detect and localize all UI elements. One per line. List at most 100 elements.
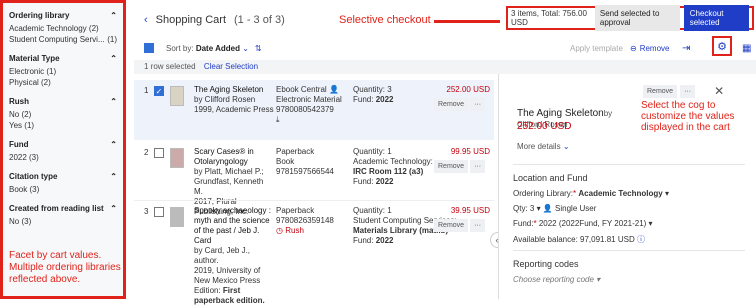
- facet-title[interactable]: Material Type ⌃: [9, 54, 117, 63]
- cart-total: 3 items, Total: 756.00 USD: [511, 9, 587, 27]
- send-approval-button[interactable]: Send selected to approval: [594, 5, 680, 31]
- info-icon: ⓘ: [636, 235, 645, 244]
- row-checkbox[interactable]: ✓: [154, 86, 164, 96]
- select-all-checkbox[interactable]: [144, 43, 154, 53]
- detail-price: 252.00 USD: [517, 121, 572, 132]
- facet-group: Fund ⌃ 2022 (3): [9, 140, 117, 163]
- facet-item[interactable]: Student Computing Servi... (1): [9, 34, 117, 45]
- item-meta: 2019, University of New Mexico Press: [194, 266, 261, 285]
- facet-item[interactable]: Electronic (1): [9, 66, 117, 77]
- remove-button[interactable]: ⊖ Remove: [630, 44, 670, 53]
- facet-group: Ordering library ⌃ Academic Technology (2)…: [9, 11, 117, 45]
- facet-item[interactable]: 2022 (3): [9, 152, 117, 163]
- facet-item[interactable]: Yes (1): [9, 120, 117, 131]
- chevron-up-icon: ⌃: [110, 97, 117, 106]
- row-remove-button[interactable]: Remove: [434, 219, 469, 232]
- facet-title[interactable]: Created from reading list ⌃: [9, 204, 117, 213]
- chevron-up-icon: ⌃: [110, 11, 117, 20]
- more-icon[interactable]: ···: [470, 160, 486, 173]
- facet-title[interactable]: Ordering library ⌃: [9, 11, 117, 20]
- item-title[interactable]: The Aging Skeleton: [194, 85, 274, 95]
- row-number: 2: [144, 148, 149, 157]
- item-title[interactable]: Scary Cases® in Otolaryngology: [194, 147, 274, 167]
- toolbar: Sort by: Date Added ⌄ ⇅ Apply template ⊖…: [144, 36, 751, 56]
- book-cover-image: [170, 207, 184, 227]
- more-icon[interactable]: ···: [680, 84, 696, 98]
- facet-item[interactable]: Physical (2): [9, 77, 117, 88]
- main-panel: ‹ Shopping Cart (1 - 3 of 3) Selective c…: [134, 0, 756, 305]
- more-icon[interactable]: ···: [470, 219, 486, 232]
- reporting-codes-section: Reporting codes Choose reporting code ▾: [513, 250, 745, 284]
- facet-title[interactable]: Rush ⌃: [9, 97, 117, 106]
- export-icon[interactable]: ⇥: [682, 43, 690, 54]
- apply-template-button[interactable]: Apply template: [570, 44, 623, 53]
- more-icon[interactable]: ···: [470, 98, 486, 111]
- columns-icon[interactable]: ▦: [742, 43, 751, 54]
- chevron-down-icon: ⌄: [242, 43, 249, 53]
- item-format: Ebook Central 👤 Electronic Material 9780…: [276, 85, 342, 124]
- selection-bar: 1 row selected Clear Selection: [134, 60, 756, 74]
- facet-item[interactable]: Book (3): [9, 184, 117, 195]
- chevron-down-icon: ▾: [664, 189, 669, 198]
- minus-circle-icon: ⊖: [630, 43, 637, 53]
- location-fund-section: Location and Fund Ordering Library:* Aca…: [513, 164, 745, 245]
- facet-item[interactable]: No (3): [9, 216, 117, 227]
- annotation-selective-checkout: Selective checkout: [339, 14, 431, 26]
- table-row[interactable]: 2 Scary Cases® in Otolaryngology by Plat…: [134, 142, 494, 216]
- user-icon: 👤: [542, 204, 553, 213]
- sort-dropdown[interactable]: Sort by: Date Added ⌄: [166, 44, 249, 53]
- clear-selection-link[interactable]: Clear Selection: [204, 62, 258, 71]
- item-quantity: Quantity: 1 Academic Technology: IRC Roo…: [353, 147, 433, 186]
- page-count: (1 - 3 of 3): [234, 14, 285, 26]
- row-checkbox[interactable]: [154, 148, 164, 158]
- facet-title[interactable]: Fund ⌃: [9, 140, 117, 149]
- selection-count: 1 row selected: [144, 62, 196, 71]
- book-cover-image: [170, 148, 184, 168]
- detail-panel: Remove ··· ✕ The Aging Skeletonby Cliffo…: [498, 74, 756, 299]
- table-row[interactable]: 1 ✓ The Aging Skeleton by Clifford Rosen…: [134, 80, 494, 140]
- facet-group: Created from reading list ⌃ No (3): [9, 204, 117, 227]
- chevron-up-icon: ⌃: [110, 172, 117, 181]
- more-details-link[interactable]: More details ⌄: [517, 142, 570, 151]
- detail-remove-button[interactable]: Remove: [643, 84, 678, 98]
- row-checkbox[interactable]: [154, 207, 164, 217]
- item-title-block: Spooky archaeology : myth and the scienc…: [194, 206, 274, 306]
- chevron-up-icon: ⌃: [110, 204, 117, 213]
- row-remove-button[interactable]: Remove: [434, 98, 469, 111]
- item-format: Paperback Book 9781597566544: [276, 147, 334, 176]
- item-title-block: The Aging Skeleton by Clifford Rosen 199…: [194, 85, 274, 115]
- facet-group: Material Type ⌃ Electronic (1) Physical (2): [9, 54, 117, 88]
- user-icon: 👤: [328, 85, 339, 94]
- page-title: ‹ Shopping Cart (1 - 3 of 3): [144, 14, 285, 26]
- checkout-bar: 3 items, Total: 756.00 USD Send selected…: [506, 5, 754, 31]
- download-icon: ⤓: [276, 115, 280, 124]
- facet-item[interactable]: No (2): [9, 109, 117, 120]
- rush-icon: ◷: [276, 226, 283, 235]
- section-title[interactable]: Location and Fund: [513, 173, 745, 183]
- facet-group: Citation type ⌃ Book (3): [9, 172, 117, 195]
- back-icon[interactable]: ‹: [144, 14, 148, 26]
- facet-title[interactable]: Citation type ⌃: [9, 172, 117, 181]
- table-row[interactable]: 3 Spooky archaeology : myth and the scie…: [134, 200, 494, 305]
- chevron-down-icon: ⌄: [562, 142, 570, 151]
- item-title[interactable]: Spooky archaeology : myth and the scienc…: [194, 206, 274, 246]
- item-author: by Card, Jeb J., author.: [194, 246, 251, 265]
- chevron-up-icon: ⌃: [110, 54, 117, 63]
- annotation-cog-note: Select the cog to customize the values d…: [641, 100, 735, 133]
- item-meta: 1999, Academic Press: [194, 105, 274, 114]
- item-price: 99.95 USD: [450, 147, 490, 156]
- item-author: by Platt, Michael P.; Grundfast, Kenneth…: [194, 167, 264, 196]
- item-format: Paperback 9780826359148 ◷ Rush: [276, 206, 334, 235]
- close-icon[interactable]: ✕: [714, 84, 724, 98]
- row-remove-button[interactable]: Remove: [434, 160, 469, 173]
- item-author: by Clifford Rosen: [194, 95, 256, 104]
- item-quantity: Quantity: 3 Fund: 2022: [353, 85, 394, 104]
- facet-item[interactable]: Academic Technology (2): [9, 23, 117, 34]
- item-price: 252.00 USD: [446, 85, 490, 94]
- row-number: 3: [144, 207, 149, 216]
- checkout-button[interactable]: Checkout selected: [683, 5, 749, 31]
- gear-icon[interactable]: ⚙: [712, 36, 732, 56]
- sort-order-icon[interactable]: ⇅: [255, 44, 262, 53]
- annotation-facet-note: Facet by cart values. Multiple ordering …: [9, 250, 121, 285]
- section-title[interactable]: Reporting codes: [513, 259, 745, 269]
